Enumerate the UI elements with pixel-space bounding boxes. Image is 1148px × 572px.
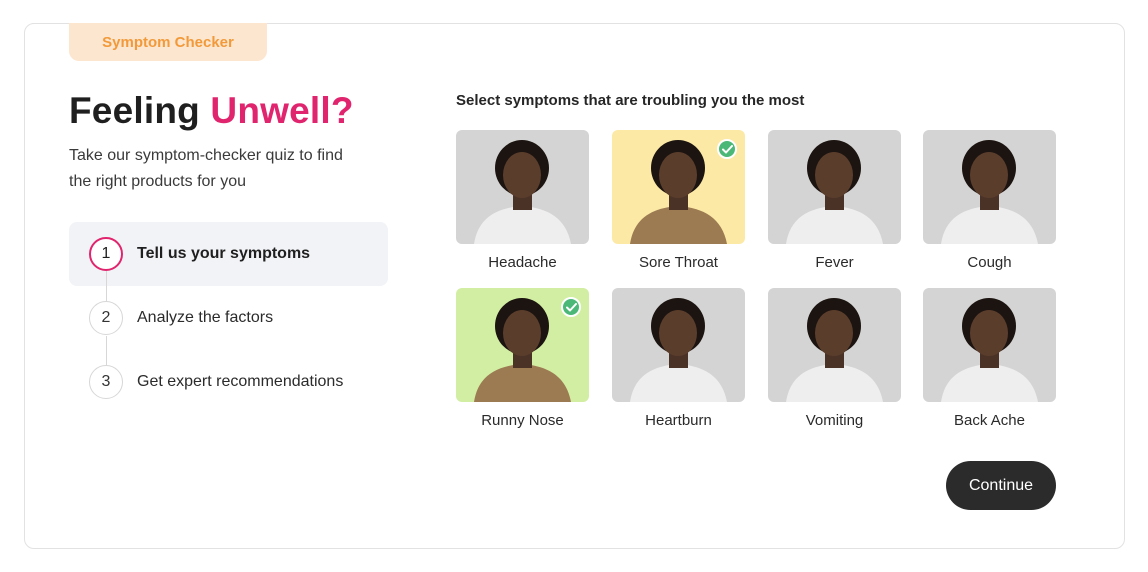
title-part-1: Feeling — [69, 90, 211, 131]
symptom-label: Fever — [815, 254, 854, 271]
person-photo-icon — [786, 298, 883, 402]
shirt-shape — [786, 206, 883, 244]
symptom-tile-sore-throat[interactable]: Sore Throat — [612, 130, 745, 271]
symptom-tile-cough[interactable]: Cough — [923, 130, 1056, 271]
symptom-image — [923, 288, 1056, 402]
step-3: 3 Get expert recommendations — [69, 350, 388, 414]
symptom-checker-tag: Symptom Checker — [69, 23, 267, 61]
continue-button[interactable]: Continue — [946, 461, 1056, 510]
step-1: 1 Tell us your symptoms — [69, 222, 388, 286]
symptom-label: Runny Nose — [481, 412, 564, 429]
person-photo-icon — [941, 298, 1038, 402]
face-shape — [970, 152, 1008, 198]
shirt-shape — [941, 364, 1038, 402]
shirt-shape — [786, 364, 883, 402]
person-photo-icon — [630, 298, 727, 402]
face-shape — [970, 310, 1008, 356]
symptom-label: Cough — [967, 254, 1012, 271]
face-shape — [815, 152, 853, 198]
step-number: 1 — [89, 237, 123, 271]
person-photo-icon — [786, 140, 883, 244]
page-title: Feeling Unwell? — [69, 90, 354, 132]
symptom-tile-back-ache[interactable]: Back Ache — [923, 288, 1056, 429]
shirt-shape — [474, 206, 571, 244]
shirt-shape — [941, 206, 1038, 244]
shirt-shape — [630, 206, 727, 244]
title-accent: Unwell? — [210, 90, 354, 131]
step-2: 2 Analyze the factors — [69, 286, 388, 350]
symptom-label: Back Ache — [954, 412, 1025, 429]
symptom-image — [923, 130, 1056, 244]
symptom-question: Select symptoms that are troubling you t… — [456, 92, 805, 109]
symptom-label: Vomiting — [805, 412, 864, 429]
symptom-image — [456, 130, 589, 244]
check-icon — [561, 297, 581, 317]
person-photo-icon — [941, 140, 1038, 244]
symptom-tile-vomiting[interactable]: Vomiting — [768, 288, 901, 429]
steps-list: 1 Tell us your symptoms 2 Analyze the fa… — [69, 222, 388, 414]
shirt-shape — [474, 364, 571, 402]
step-label: Analyze the factors — [137, 309, 274, 326]
step-number: 2 — [89, 301, 123, 335]
step-connector — [106, 271, 107, 305]
page-subtitle: Take our symptom-checker quiz to find th… — [69, 147, 343, 190]
face-shape — [659, 152, 697, 198]
check-icon — [717, 139, 737, 159]
shirt-shape — [630, 364, 727, 402]
symptom-tile-runny-nose[interactable]: Runny Nose — [456, 288, 589, 429]
symptom-tile-heartburn[interactable]: Heartburn — [612, 288, 745, 429]
person-photo-icon — [474, 140, 571, 244]
face-shape — [503, 152, 541, 198]
step-label: Tell us your symptoms — [137, 245, 311, 262]
symptom-image — [768, 288, 901, 402]
face-shape — [815, 310, 853, 356]
symptom-image — [456, 288, 589, 402]
symptom-image — [768, 130, 901, 244]
symptom-image — [612, 288, 745, 402]
face-shape — [659, 310, 697, 356]
symptom-tile-fever[interactable]: Fever — [768, 130, 901, 271]
face-shape — [503, 310, 541, 356]
symptom-label: Headache — [488, 254, 557, 271]
step-label: Get expert recommendations — [137, 373, 344, 390]
symptom-image — [612, 130, 745, 244]
symptom-label: Heartburn — [645, 412, 712, 429]
symptom-tile-headache[interactable]: Headache — [456, 130, 589, 271]
step-number: 3 — [89, 365, 123, 399]
step-connector — [106, 336, 107, 368]
symptom-label: Sore Throat — [639, 254, 718, 271]
